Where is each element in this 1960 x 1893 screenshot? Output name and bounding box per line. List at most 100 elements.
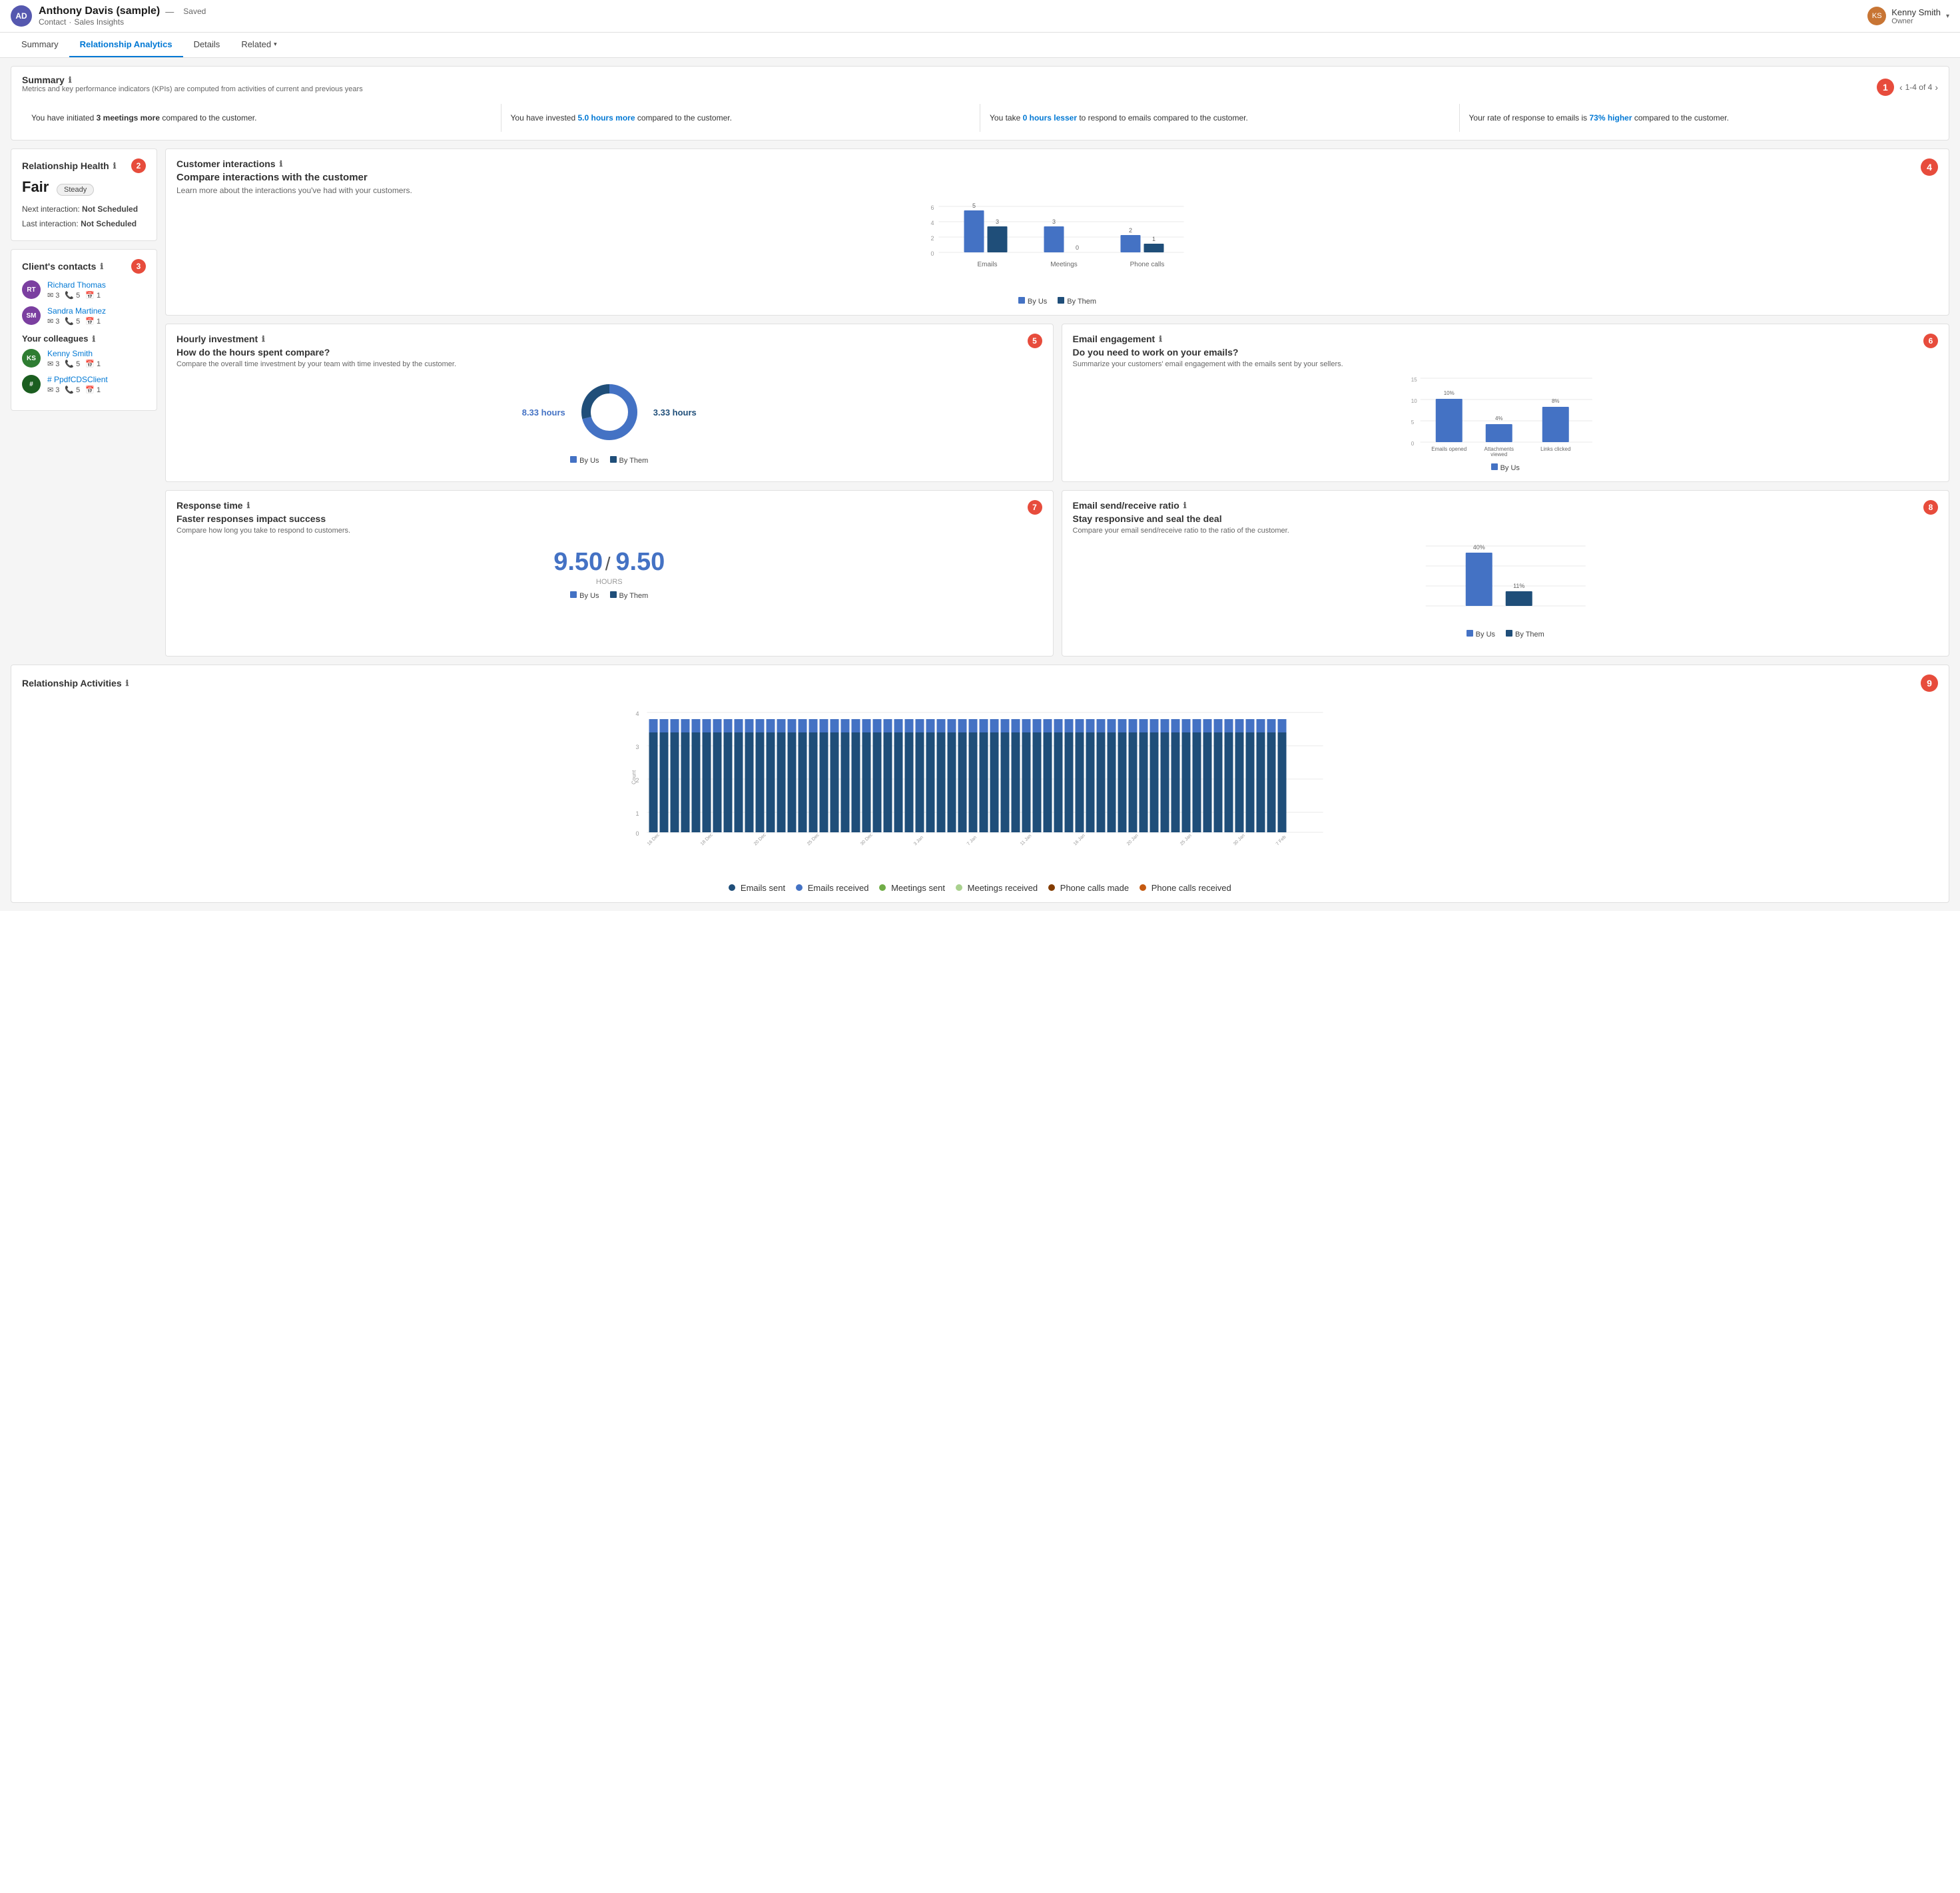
tab-summary[interactable]: Summary [11, 33, 69, 57]
user-chevron-icon[interactable]: ▾ [1946, 13, 1949, 20]
main-two-col: Relationship Health ℹ 2 Fair Steady Next… [11, 148, 1949, 657]
summary-info-icon[interactable]: ℹ [69, 75, 72, 85]
colleagues-info-icon[interactable]: ℹ [92, 334, 95, 344]
svg-text:Emails opened: Emails opened [1431, 446, 1467, 452]
svg-text:3 Jan: 3 Jan [913, 835, 924, 846]
contacts-info-icon[interactable]: ℹ [100, 262, 103, 271]
step-badge-6: 6 [1923, 334, 1938, 348]
ci-info-icon[interactable]: ℹ [280, 159, 283, 168]
ee-title: Email engagement [1073, 334, 1155, 344]
ci-title: Customer interactions [176, 158, 276, 169]
nav-tabs: Summary Relationship Analytics Details R… [0, 33, 1960, 58]
svg-text:16 Jan: 16 Jan [1073, 834, 1086, 847]
svg-text:Emails: Emails [977, 261, 997, 268]
email-icon-sm: ✉ 3 [47, 317, 59, 326]
ci-chart: 6 4 2 0 5 3 Emails [176, 203, 1938, 306]
svg-text:3: 3 [996, 218, 999, 225]
ee-info-icon[interactable]: ℹ [1159, 334, 1162, 344]
ra-info-icon[interactable]: ℹ [126, 678, 129, 688]
contact-name-ppdf[interactable]: # PpdfCDSClient [47, 375, 108, 384]
next-page-button[interactable]: › [1935, 82, 1938, 93]
phone-icon: 📞 5 [65, 291, 80, 300]
summary-card-4: Your rate of response to emails is 73% h… [1459, 104, 1939, 132]
hourly-investment-card: Hourly investment ℹ How do the hours spe… [165, 324, 1054, 482]
hi-legend: By Us By Them [176, 456, 1042, 465]
svg-text:3: 3 [636, 744, 639, 750]
pagination: ‹ 1-4 of 4 › [1899, 82, 1938, 93]
svg-text:20 Jan: 20 Jan [1126, 834, 1140, 847]
contact-avatar-ppdf: # [22, 375, 41, 394]
top-header: AD Anthony Davis (sample) — Saved Contac… [0, 0, 1960, 33]
ee-legend: By Us [1073, 463, 1939, 472]
step-badge-4: 4 [1921, 158, 1938, 176]
ci-legend: By Us By Them [190, 297, 1925, 306]
esr-chart-svg: 40% 11% [1073, 543, 1939, 623]
contact-name-ks[interactable]: Kenny Smith [47, 349, 101, 358]
tab-relationship-analytics[interactable]: Relationship Analytics [69, 33, 183, 57]
svg-text:10: 10 [1411, 398, 1417, 404]
tab-details[interactable]: Details [183, 33, 231, 57]
breadcrumb-sales[interactable]: Sales Insights [74, 17, 124, 27]
contact-name-rt[interactable]: Richard Thomas [47, 280, 106, 290]
svg-text:1: 1 [636, 810, 639, 817]
summary-title: Summary [22, 75, 65, 85]
contact-item-sm: SM Sandra Martinez ✉ 3 📞 5 📅 1 [22, 306, 146, 326]
svg-text:18 Dec: 18 Dec [700, 832, 714, 846]
summary-card-2: You have invested 5.0 hours more compare… [501, 104, 980, 132]
svg-text:0: 0 [1076, 244, 1079, 251]
svg-text:25 Jan: 25 Jan [1179, 834, 1193, 847]
svg-text:Phone calls: Phone calls [1130, 261, 1165, 268]
tab-related[interactable]: Related ▾ [230, 33, 287, 57]
rt-by-us: 9.50 [553, 548, 603, 576]
step-badge-7: 7 [1028, 500, 1042, 515]
svg-text:7 Jan: 7 Jan [966, 835, 978, 846]
hi-desc: Compare the overall time investment by y… [176, 360, 456, 368]
summary-subtitle: Metrics and key performance indicators (… [22, 85, 363, 93]
summary-header: Summary ℹ Metrics and key performance in… [22, 75, 1938, 100]
svg-text:40%: 40% [1472, 544, 1484, 551]
health-trend: Steady [57, 184, 94, 196]
contact-item-ks: KS Kenny Smith ✉ 3 📞 5 📅 1 [22, 349, 146, 368]
hi-info-icon[interactable]: ℹ [262, 334, 265, 344]
response-time-card: Response time ℹ Faster responses impact … [165, 490, 1054, 657]
breadcrumb-contact[interactable]: Contact [39, 17, 66, 27]
esr-info-icon[interactable]: ℹ [1183, 501, 1187, 510]
svg-text:Links clicked: Links clicked [1540, 446, 1570, 452]
svg-text:Meetings: Meetings [1050, 261, 1078, 268]
rt-by-them: 9.50 [615, 548, 665, 576]
calendar-icon: 📅 1 [85, 291, 101, 300]
last-interaction: Not Scheduled [81, 219, 137, 228]
health-info-icon[interactable]: ℹ [113, 161, 117, 170]
svg-text:4: 4 [931, 220, 934, 226]
contact-name-sm[interactable]: Sandra Martinez [47, 306, 106, 316]
prev-page-button[interactable]: ‹ [1899, 82, 1903, 93]
hi-by-them: 3.33 hours [653, 407, 697, 417]
health-score: Fair [22, 178, 49, 196]
step-badge-2: 2 [131, 158, 146, 173]
esr-title: Email send/receive ratio [1073, 500, 1179, 511]
svg-text:30 Jan: 30 Jan [1233, 834, 1246, 847]
left-col: Relationship Health ℹ 2 Fair Steady Next… [11, 148, 157, 657]
svg-text:15: 15 [1411, 377, 1417, 383]
rt-title: Response time [176, 500, 243, 511]
svg-text:4%: 4% [1494, 415, 1502, 421]
rt-info-icon[interactable]: ℹ [247, 501, 250, 510]
ra-title: Relationship Activities [22, 678, 122, 688]
header-contact-info: Anthony Davis (sample) — Saved Contact ·… [39, 5, 206, 27]
svg-text:20 Dec: 20 Dec [753, 832, 767, 846]
main-content: Summary ℹ Metrics and key performance in… [0, 58, 1960, 911]
svg-text:16 Dec: 16 Dec [647, 832, 661, 846]
svg-text:0: 0 [636, 830, 639, 837]
calendar-icon-sm: 📅 1 [85, 317, 101, 326]
ee-chart-svg: 15 10 5 0 10% Emails open [1073, 376, 1939, 456]
contact-avatar-ks: KS [22, 349, 41, 368]
contact-avatar-rt: RT [22, 280, 41, 299]
svg-text:8%: 8% [1551, 398, 1559, 404]
summary-card-3: You take 0 hours lesser to respond to em… [980, 104, 1459, 132]
svg-text:2: 2 [1129, 227, 1132, 234]
client-contacts-card: Client's contacts ℹ 3 RT Richard Thomas … [11, 249, 157, 411]
step-badge-3: 3 [131, 259, 146, 274]
svg-text:5: 5 [972, 203, 976, 209]
svg-text:30 Dec: 30 Dec [860, 832, 874, 846]
health-title: Relationship Health [22, 160, 109, 171]
